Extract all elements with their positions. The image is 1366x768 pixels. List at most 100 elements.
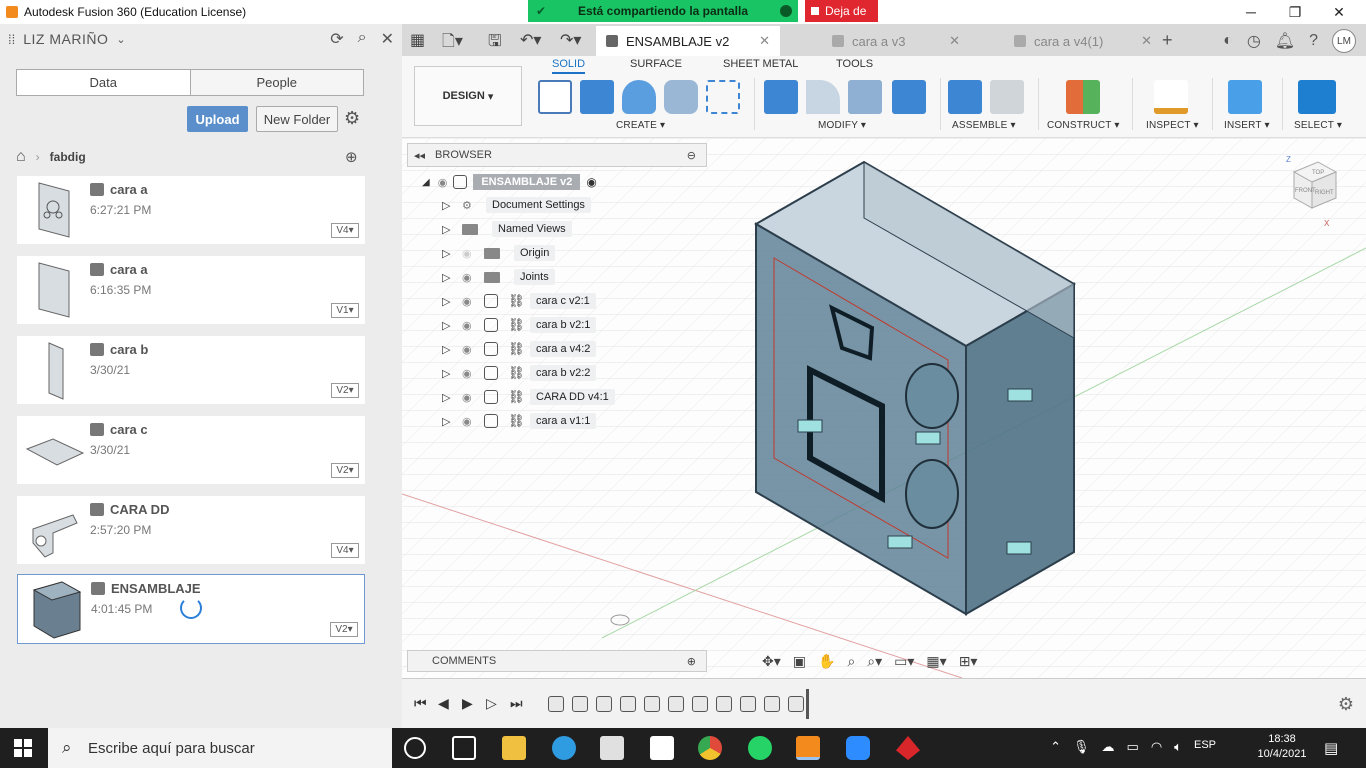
browser-root[interactable]: ◢ ◉ ENSAMBLAJE v2 ◉ [422,172,597,192]
version-badge[interactable]: V2 ▾ [330,622,358,637]
whatsapp-icon[interactable] [748,736,772,760]
version-badge[interactable]: V4 ▾ [331,223,359,238]
undo-icon[interactable]: ↶▾ [520,30,541,50]
browser-panel-header[interactable]: ◂◂ BROWSER ⊖ [407,143,707,167]
select-icon[interactable] [1298,80,1336,114]
visibility-eye-icon[interactable]: ◉ [462,319,484,332]
file-card[interactable]: cara c 3/30/21 V2 ▾ [17,416,365,484]
timeline-joint-feature[interactable] [620,696,636,712]
canvas-viewport[interactable]: TOP FRONT RIGHT Z X ◂◂ BROWSER ⊖ ◢ ◉ ENS… [402,138,1366,678]
timeline-joint-feature[interactable] [788,696,804,712]
timeline-joint-feature[interactable] [596,696,612,712]
app-icon[interactable] [896,736,920,760]
visibility-eye-icon[interactable]: ◉ [462,343,484,356]
timeline-joint-feature[interactable] [668,696,684,712]
file-menu-icon[interactable]: 🗋▾ [442,30,463,57]
language-indicator[interactable]: ESP [1194,739,1216,755]
new-folder-button[interactable]: New Folder [256,106,338,132]
tab-ensamblaje[interactable]: ENSAMBLAJE v2 ✕ [596,26,780,56]
cloud-icon[interactable]: ☁ [1102,739,1115,755]
zoom-app-icon[interactable] [846,736,870,760]
hole-icon[interactable] [664,80,698,114]
visibility-eye-icon[interactable]: ◉ [462,391,484,404]
grid-settings-icon[interactable]: ▦▾ [926,653,946,670]
file-card[interactable]: CARA DD 2:57:20 PM V4 ▾ [17,496,365,564]
browser-item[interactable]: ▷ ◉ ⛓ cara a v4:2 [442,339,597,359]
insert-image-icon[interactable] [1228,80,1262,114]
timeline-joint-feature[interactable] [548,696,564,712]
inspect-menu[interactable]: INSPECT ▾ [1146,120,1199,131]
step-forward-icon[interactable]: ▷ [486,695,497,712]
home-icon[interactable]: ⌂ [16,148,26,166]
minimize-button[interactable]: ─ [1228,0,1274,24]
help-icon[interactable]: ? [1309,32,1318,50]
expand-arrow-icon[interactable]: ▷ [442,343,452,356]
zoom-icon[interactable]: ⌕ [847,653,855,670]
activate-radio-icon[interactable]: ◉ [586,175,596,189]
close-tab-icon[interactable]: ✕ [759,33,770,49]
fillet-icon[interactable] [806,80,840,114]
expand-arrow-icon[interactable]: ▷ [442,367,452,380]
offset-plane-icon[interactable] [1066,80,1100,114]
stop-sharing-button[interactable]: Deja de [805,0,878,22]
step-back-icon[interactable]: ◀ [438,695,449,712]
view-cube[interactable]: TOP FRONT RIGHT Z X [1282,152,1342,232]
visibility-eye-icon[interactable]: ◉ [462,295,484,308]
measure-icon[interactable] [1154,80,1188,114]
redo-icon[interactable]: ↷▾ [560,30,581,50]
browser-item[interactable]: ▷ ◉ ⛓ cara a v1:1 [442,411,597,431]
tab-cara-a-v3[interactable]: cara a v3 ✕ [792,26,970,56]
visibility-eye-icon[interactable]: ◉ [462,415,484,428]
expand-arrow-icon[interactable]: ▷ [442,199,452,212]
visibility-eye-icon[interactable]: ◉ [462,367,484,380]
refresh-icon[interactable]: ⟳ [330,29,343,49]
timeline-settings-gear-icon[interactable]: ⚙ [1338,694,1354,715]
timeline-joint-feature[interactable] [740,696,756,712]
notifications-icon[interactable]: ▤ [1324,739,1338,757]
combine-icon[interactable] [892,80,926,114]
visibility-eye-icon[interactable]: ◉ [462,247,484,260]
modify-menu[interactable]: MODIFY ▾ [818,120,866,131]
comments-panel[interactable]: COMMENTS ⊕ [407,650,707,672]
notifications-icon[interactable]: 🔔︎ [1275,31,1295,51]
pan-icon[interactable]: ✋ [818,653,835,670]
browser-item[interactable]: ▷ ⚙ Document Settings [442,195,591,215]
task-view-icon[interactable] [452,736,476,760]
breadcrumb-folder[interactable]: fabdig [50,150,86,164]
fusion-taskbar-icon[interactable] [796,736,820,760]
extrude-icon[interactable] [580,80,614,114]
expand-arrow-icon[interactable]: ▷ [442,223,452,236]
play-icon[interactable]: ▶ [462,695,473,712]
look-at-icon[interactable]: ▣ [793,653,806,670]
expand-arrow-icon[interactable]: ▷ [442,247,452,260]
collapse-browser-icon[interactable]: ◂◂ [414,149,425,162]
taskbar-clock[interactable]: 18:38 10/4/2021 [1252,732,1312,762]
visibility-eye-icon[interactable]: ◉ [438,176,448,189]
chrome-icon[interactable] [698,736,722,760]
new-component-icon[interactable] [948,80,982,114]
select-menu[interactable]: SELECT ▾ [1294,120,1342,131]
edge-icon[interactable] [552,736,576,760]
timeline-joint-feature[interactable] [716,696,732,712]
insert-menu[interactable]: INSERT ▾ [1224,120,1270,131]
extensions-icon[interactable]: ◐ [1223,32,1233,50]
timeline-joint-feature[interactable] [572,696,588,712]
close-tab-icon[interactable]: ✕ [1141,33,1152,49]
file-card[interactable]: cara b 3/30/21 V2 ▾ [17,336,365,404]
file-card-selected[interactable]: ENSAMBLAJE 4:01:45 PM V2 ▾ [17,574,365,644]
version-badge[interactable]: V4 ▾ [331,543,359,558]
mail-icon[interactable] [650,736,674,760]
tab-sheet-metal[interactable]: SHEET METAL [723,58,798,70]
taskbar-search[interactable]: ⌕ Escribe aquí para buscar [48,728,392,768]
windows-start-icon[interactable] [14,739,32,757]
timeline-joint-feature[interactable] [692,696,708,712]
tab-cara-a-v4[interactable]: cara a v4(1) ✕ [982,26,1162,56]
file-card[interactable]: cara a 6:16:35 PM V1 ▾ [17,256,365,324]
close-panel-icon[interactable]: ✕ [381,29,394,49]
volume-icon[interactable]: 🔈︎ [1174,739,1182,755]
cortana-icon[interactable] [404,737,426,759]
browser-item[interactable]: ▷ Named Views [442,219,572,239]
wifi-icon[interactable]: ◠ [1151,739,1162,755]
visibility-eye-icon[interactable]: ◉ [462,271,484,284]
tab-solid[interactable]: SOLID [552,58,586,74]
